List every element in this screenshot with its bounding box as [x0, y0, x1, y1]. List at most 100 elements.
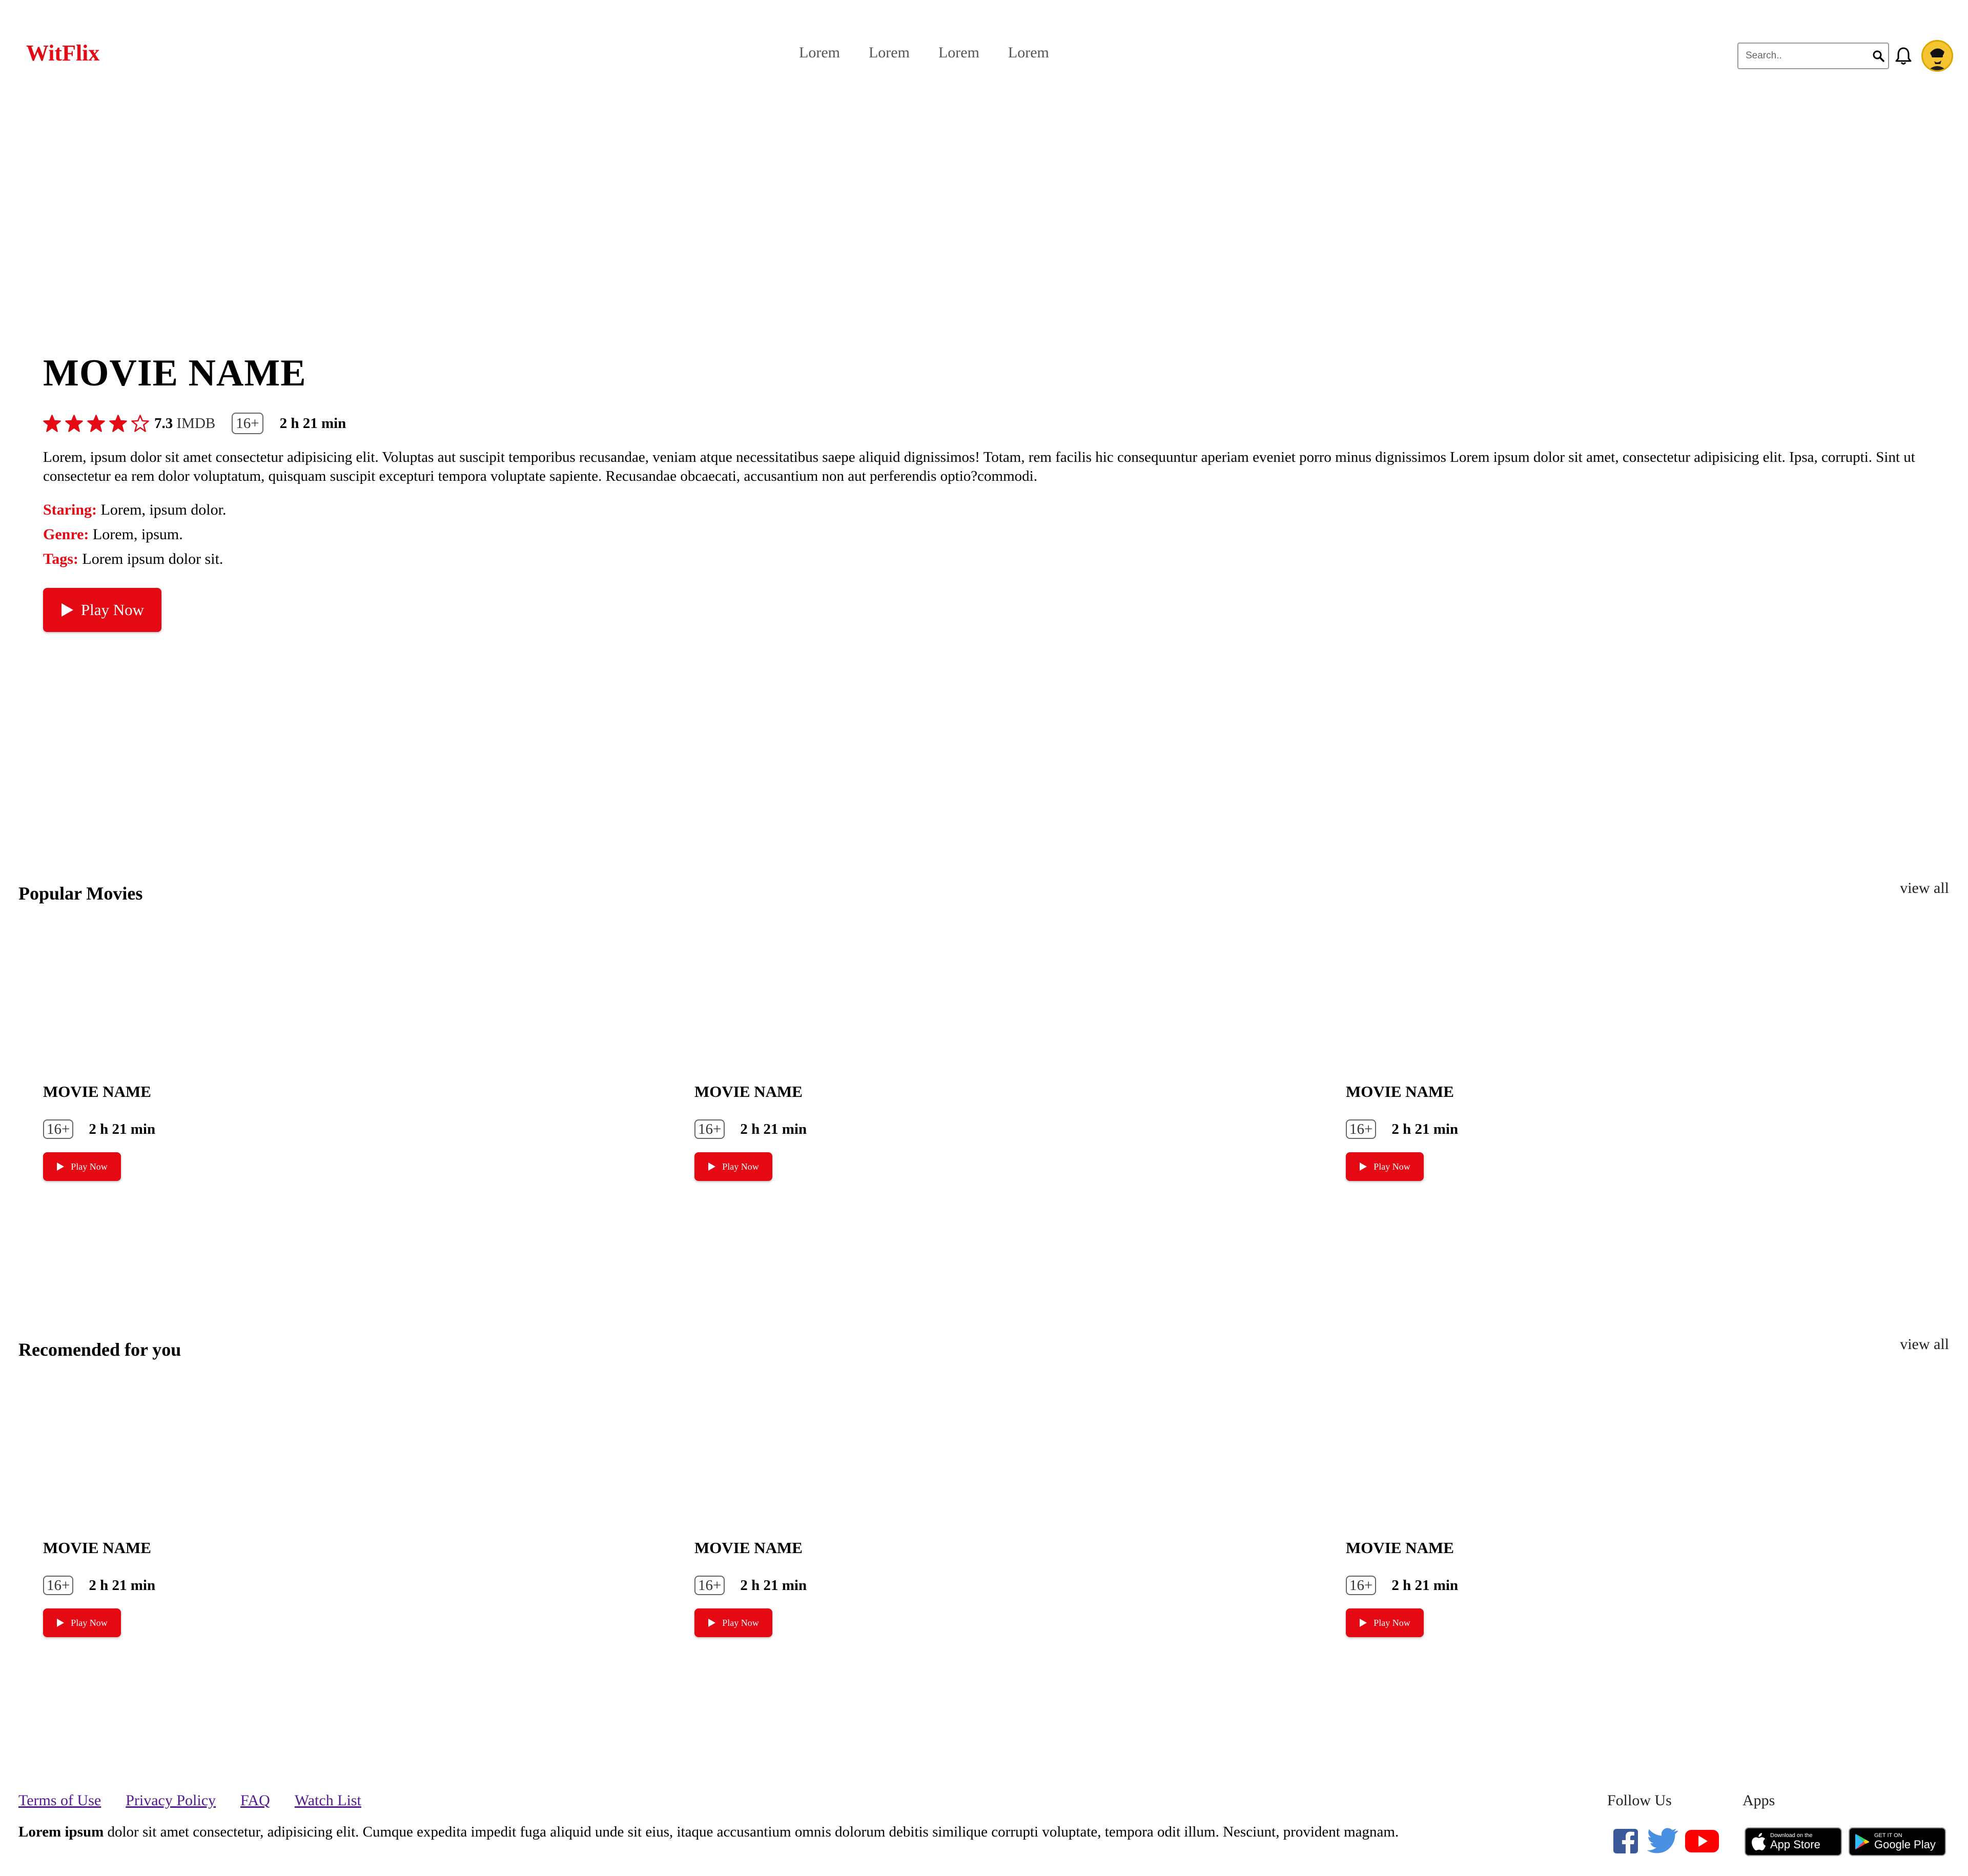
- footer-text-body: dolor sit amet consectetur, adipisicing …: [104, 1824, 1399, 1840]
- terms-of-use-link[interactable]: Terms of Use: [18, 1792, 101, 1809]
- avatar[interactable]: [1921, 40, 1953, 72]
- faq-link[interactable]: FAQ: [240, 1792, 270, 1809]
- main-nav: Lorem Lorem Lorem Lorem: [799, 44, 1049, 62]
- nav-link-2[interactable]: Lorem: [869, 44, 910, 62]
- search-icon[interactable]: [1872, 49, 1884, 63]
- play-icon: [1360, 1619, 1367, 1627]
- starring-value: Lorem, ipsum dolor.: [100, 501, 227, 518]
- recommended-section-title: Recomended for you: [18, 1339, 181, 1360]
- play-now-button[interactable]: Play Now: [43, 1608, 121, 1637]
- duration: 2 h 21 min: [740, 1577, 807, 1594]
- app-store-big: App Store: [1770, 1838, 1820, 1851]
- duration: 2 h 21 min: [89, 1120, 156, 1137]
- play-label: Play Now: [1373, 1161, 1410, 1172]
- popular-section-title: Popular Movies: [18, 883, 143, 904]
- play-label: Play Now: [722, 1161, 759, 1172]
- play-now-button[interactable]: Play Now: [694, 1608, 772, 1637]
- card-meta: 16+ 2 h 21 min: [43, 1576, 155, 1595]
- star-outline-icon: [131, 414, 149, 432]
- play-now-button[interactable]: Play Now: [43, 1152, 121, 1181]
- play-now-button[interactable]: Play Now: [694, 1152, 772, 1181]
- starring-line: Staring: Lorem, ipsum dolor.: [43, 501, 226, 519]
- card-meta: 16+ 2 h 21 min: [694, 1576, 807, 1595]
- card-meta: 16+ 2 h 21 min: [1346, 1576, 1458, 1595]
- google-play-big: Google Play: [1874, 1838, 1936, 1851]
- card-title: MOVIE NAME: [43, 1539, 151, 1557]
- card-meta: 16+ 2 h 21 min: [1346, 1119, 1458, 1139]
- hero-meta: 7.3 IMDB 16+ 2 h 21 min: [43, 411, 346, 436]
- google-play-badge[interactable]: GET IT ON Google Play: [1849, 1827, 1946, 1856]
- starring-label: Staring:: [43, 501, 97, 518]
- tags-value: Lorem ipsum dolor sit.: [82, 550, 223, 567]
- age-badge: 16+: [694, 1119, 725, 1139]
- tags-label: Tags:: [43, 550, 78, 567]
- app-store-badge[interactable]: Download on the App Store: [1745, 1827, 1842, 1856]
- apps-label: Apps: [1742, 1792, 1775, 1809]
- age-badge: 16+: [1346, 1576, 1377, 1595]
- card-title: MOVIE NAME: [43, 1083, 151, 1100]
- card-title: MOVIE NAME: [1346, 1083, 1454, 1100]
- google-play-text: GET IT ON Google Play: [1874, 1832, 1936, 1851]
- footer-links: Terms of Use Privacy Policy FAQ Watch Li…: [18, 1792, 361, 1809]
- star-filled-icon: [87, 414, 105, 432]
- footer-text: Lorem ipsum dolor sit amet consectetur, …: [18, 1824, 1556, 1841]
- play-now-button[interactable]: Play Now: [1346, 1608, 1424, 1637]
- play-icon: [57, 1163, 65, 1171]
- play-icon: [708, 1163, 716, 1171]
- play-now-button[interactable]: Play Now: [1346, 1152, 1424, 1181]
- play-label: Play Now: [722, 1617, 759, 1628]
- recommended-view-all-link[interactable]: view all: [1900, 1336, 1949, 1353]
- youtube-icon[interactable]: [1684, 1828, 1720, 1854]
- genre-value: Lorem, ipsum.: [92, 526, 183, 543]
- play-icon: [57, 1619, 65, 1627]
- watch-list-link[interactable]: Watch List: [295, 1792, 361, 1809]
- genre-label: Genre:: [43, 526, 89, 543]
- card-meta: 16+ 2 h 21 min: [43, 1119, 155, 1139]
- duration: 2 h 21 min: [1391, 1120, 1459, 1137]
- rating-value: 7.3: [154, 415, 173, 432]
- play-icon: [61, 603, 73, 617]
- nav-link-4[interactable]: Lorem: [1008, 44, 1049, 62]
- tags-line: Tags: Lorem ipsum dolor sit.: [43, 550, 223, 568]
- nav-link-3[interactable]: Lorem: [938, 44, 979, 62]
- play-label: Play Now: [71, 1617, 108, 1628]
- genre-line: Genre: Lorem, ipsum.: [43, 526, 183, 543]
- play-icon: [1360, 1163, 1367, 1171]
- age-badge: 16+: [694, 1576, 725, 1595]
- hero-play-button[interactable]: Play Now: [43, 588, 161, 632]
- duration: 2 h 21 min: [1391, 1577, 1459, 1594]
- imdb-rating: 7.3 IMDB: [154, 415, 215, 432]
- play-label: Play Now: [80, 601, 145, 619]
- twitter-icon[interactable]: [1647, 1828, 1679, 1854]
- duration: 2 h 21 min: [740, 1120, 807, 1137]
- play-label: Play Now: [71, 1161, 108, 1172]
- age-badge: 16+: [1346, 1119, 1377, 1139]
- age-badge: 16+: [43, 1119, 74, 1139]
- play-label: Play Now: [1373, 1617, 1410, 1628]
- hero-description: Lorem, ipsum dolor sit amet consectetur …: [43, 449, 1915, 484]
- card-meta: 16+ 2 h 21 min: [694, 1119, 807, 1139]
- apple-icon: [1752, 1833, 1766, 1850]
- logo[interactable]: WitFlix: [26, 40, 99, 66]
- popular-view-all-link[interactable]: view all: [1900, 880, 1949, 897]
- facebook-icon[interactable]: [1612, 1828, 1639, 1854]
- footer-text-bold: Lorem ipsum: [18, 1824, 104, 1840]
- hero-title: MOVIE NAME: [43, 352, 306, 394]
- rating-source: IMDB: [176, 415, 216, 432]
- rating-stars: [43, 414, 149, 433]
- star-filled-icon: [43, 414, 61, 432]
- search-box: [1737, 43, 1889, 69]
- star-filled-icon: [65, 414, 83, 432]
- follow-us-label: Follow Us: [1607, 1792, 1672, 1809]
- app-store-text: Download on the App Store: [1770, 1832, 1820, 1851]
- search-input[interactable]: [1745, 50, 1872, 62]
- card-title: MOVIE NAME: [1346, 1539, 1454, 1557]
- privacy-policy-link[interactable]: Privacy Policy: [126, 1792, 216, 1809]
- star-filled-icon: [109, 414, 127, 432]
- nav-link-1[interactable]: Lorem: [799, 44, 840, 62]
- duration: 2 h 21 min: [89, 1577, 156, 1594]
- card-title: MOVIE NAME: [694, 1083, 803, 1100]
- age-badge: 16+: [232, 413, 263, 434]
- age-badge: 16+: [43, 1576, 74, 1595]
- bell-icon[interactable]: [1895, 47, 1912, 65]
